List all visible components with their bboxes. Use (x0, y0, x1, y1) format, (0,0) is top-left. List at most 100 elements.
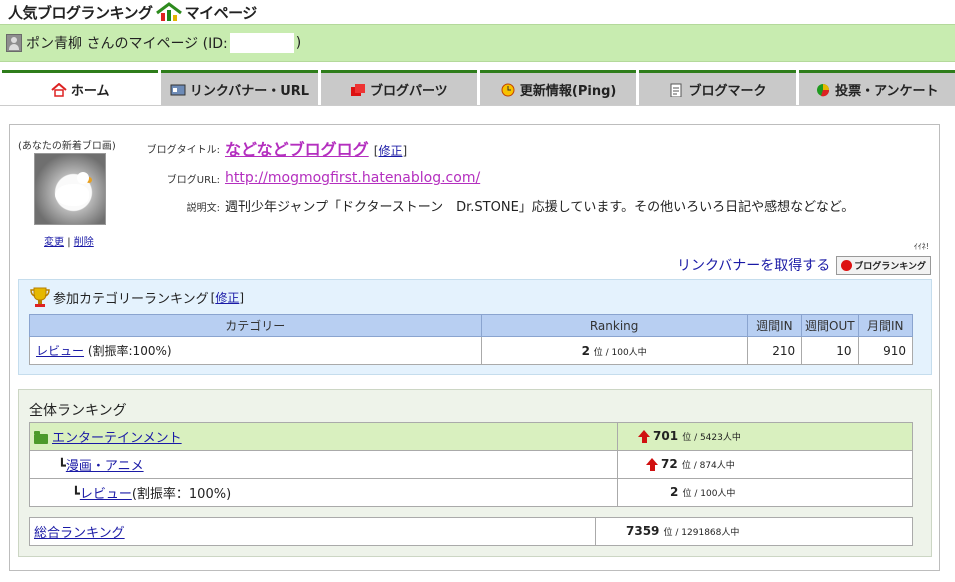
category-link[interactable]: レビュー (36, 344, 84, 358)
user-greeting-suffix: ) (295, 35, 302, 51)
blog-title-link[interactable]: などなどブログログ (225, 140, 369, 159)
clipboard-icon (670, 83, 682, 97)
main-panel: (あなたの新着ブロ画) 変更 | 削除 ブログタイトル: などなどブログログ [… (9, 124, 940, 571)
site-title[interactable]: 人気ブログランキング マイページ (8, 1, 257, 23)
total-cell: 総合ランキング (29, 517, 596, 546)
col-ranking: Ranking (480, 314, 748, 337)
review-link[interactable]: レビュー (80, 487, 132, 502)
ranking-badge[interactable]: ブログランキング (836, 255, 931, 275)
banner-line: リンクバナーを取得する ブログランキング (677, 255, 931, 275)
folder-icon (34, 430, 48, 444)
tab-vote-label: 投票・アンケート (835, 84, 939, 99)
blog-title-row: などなどブログログ [修正] (225, 140, 408, 159)
rank-unit: 位 / 100人中 (593, 347, 647, 358)
table-row: ┗レビュー(割振率：100%) 2 位 / 100人中 (29, 478, 913, 507)
genre-rank: 701 (653, 429, 679, 443)
get-banner-link[interactable]: リンクバナーを取得する (677, 255, 830, 275)
table-row: 総合ランキング 7359 位 / 1291868人中 (29, 517, 913, 546)
review-rank-unit: 位 / 100人中 (682, 489, 736, 499)
blocks-icon (350, 83, 365, 96)
subgenre-rank-cell: 72 位 / 874人中 (617, 450, 913, 479)
week-in-cell: 210 (746, 336, 803, 365)
total-ranking-link[interactable]: 総合ランキング (34, 526, 125, 541)
category-ranking-heading: 参加カテゴリーランキング [修正] (29, 286, 244, 308)
genre-rank-unit: 位 / 5423人中 (682, 433, 741, 443)
home-icon (51, 82, 67, 97)
site-subtitle: マイページ (184, 3, 258, 22)
badge-label: ブログランキング (854, 261, 926, 272)
total-rank: 7359 (626, 524, 660, 538)
total-table: 総合ランキング 7359 位 / 1291868人中 (29, 517, 913, 546)
table-row: ┗漫画・アニメ 72 位 / 874人中 (29, 450, 913, 479)
genre-link[interactable]: エンターテインメント (52, 431, 182, 446)
blog-edit-link[interactable]: 修正 (378, 144, 402, 158)
tab-blog-parts[interactable]: ブログパーツ (320, 70, 477, 106)
thumb-links: 変更 | 削除 (44, 237, 94, 248)
url-label: ブログURL: (166, 175, 220, 186)
category-ranking-title: 参加カテゴリーランキング (53, 291, 209, 307)
clock-icon (501, 83, 515, 96)
table-row: エンターテインメント 701 位 / 5423人中 (29, 422, 913, 451)
total-rank-cell: 7359 位 / 1291868人中 (595, 517, 913, 546)
tab-blog-mark[interactable]: ブログマーク (639, 70, 796, 106)
badge-logo-icon (841, 259, 853, 271)
col-month-in: 月間IN (857, 314, 914, 337)
tabs-divider (0, 105, 955, 106)
thumb-caption: (あなたの新着ブロ画) (18, 141, 116, 152)
user-greeting: ポン青柳 さんのマイページ (ID: (26, 36, 228, 52)
overall-ranking-title: 全体ランキング (29, 403, 127, 419)
user-bar: ポン青柳 さんのマイページ (ID: ) (0, 24, 955, 62)
banner-icon (170, 84, 186, 95)
category-share: (割振率:100%) (84, 344, 172, 358)
category-edit-link[interactable]: 修正 (215, 291, 239, 305)
subgenre-rank-unit: 位 / 874人中 (681, 461, 735, 471)
col-week-out: 週間OUT (801, 314, 859, 337)
tab-link-banner-label: リンクバナー・URL (189, 84, 310, 99)
iine-mark[interactable]: ｲｲﾈ! (914, 241, 929, 252)
tab-home[interactable]: ホーム (2, 70, 159, 106)
col-category: カテゴリー (29, 314, 482, 337)
user-avatar-icon (6, 34, 22, 52)
pie-chart-icon (817, 83, 830, 96)
title-label: ブログタイトル: (146, 145, 220, 156)
rank-value: 2 (581, 343, 590, 358)
tab-ping[interactable]: 更新情報(Ping) (479, 70, 637, 106)
category-cell: レビュー (割振率:100%) (29, 336, 482, 365)
thumb-delete-link[interactable]: 削除 (74, 237, 94, 248)
blog-thumbnail (34, 153, 106, 225)
month-in-cell: 910 (857, 336, 914, 365)
genre-rank-cell: 701 位 / 5423人中 (617, 422, 913, 451)
rank-up-icon (638, 429, 651, 444)
category-ranking-box: 参加カテゴリーランキング [修正] カテゴリー Ranking 週間IN 週間O… (18, 279, 932, 375)
tab-blog-mark-label: ブログマーク (688, 84, 767, 99)
tab-link-banner[interactable]: リンクバナー・URL (161, 70, 318, 106)
thumb-change-link[interactable]: 変更 (44, 237, 64, 248)
review-rank-cell: 2 位 / 100人中 (617, 478, 913, 507)
tab-home-label: ホーム (70, 84, 110, 99)
main-tabs: ホーム リンクバナー・URL ブログパーツ 更新情報(Ping) ブログマーク … (0, 70, 955, 106)
trophy-icon (30, 287, 50, 307)
tab-ping-label: 更新情報(Ping) (519, 84, 617, 99)
col-week-in: 週間IN (746, 314, 803, 337)
desc-label: 説明文: (186, 203, 220, 214)
subgenre-link[interactable]: 漫画・アニメ (66, 459, 144, 474)
total-rank-unit: 位 / 1291868人中 (663, 528, 740, 538)
user-id-redacted (229, 33, 294, 53)
blog-description: 週刊少年ジャンプ「ドクターストーン Dr.STONE」応援しています。その他いろ… (225, 200, 855, 215)
subgenre-cell: ┗漫画・アニメ (29, 450, 618, 479)
overall-table: エンターテインメント 701 位 / 5423人中 ┗漫画・アニメ 72 位 /… (29, 422, 913, 507)
site-header: 人気ブログランキング マイページ (0, 0, 955, 24)
category-table: カテゴリー Ranking 週間IN 週間OUT 月間IN レビュー (割振率:… (29, 314, 914, 365)
subgenre-rank: 72 (661, 457, 678, 471)
ranking-logo-icon (155, 2, 182, 21)
category-table-header: カテゴリー Ranking 週間IN 週間OUT 月間IN (29, 314, 914, 337)
tab-blog-parts-label: ブログパーツ (369, 84, 448, 99)
review-share: (割振率：100%) (131, 487, 232, 502)
blog-url-link[interactable]: http://mogmogfirst.hatenablog.com/ (225, 170, 480, 186)
table-row: レビュー (割振率:100%) 2 位 / 100人中 210 10 910 (29, 336, 914, 365)
overall-ranking-box: 全体ランキング エンターテインメント 701 位 / 5423人中 ┗漫画・アニ… (18, 389, 932, 557)
blog-url-row: http://mogmogfirst.hatenablog.com/ (225, 167, 480, 186)
tab-vote[interactable]: 投票・アンケート (798, 70, 955, 106)
rank-up-icon (646, 457, 659, 472)
category-row-cell: ┗レビュー(割振率：100%) (29, 478, 618, 507)
